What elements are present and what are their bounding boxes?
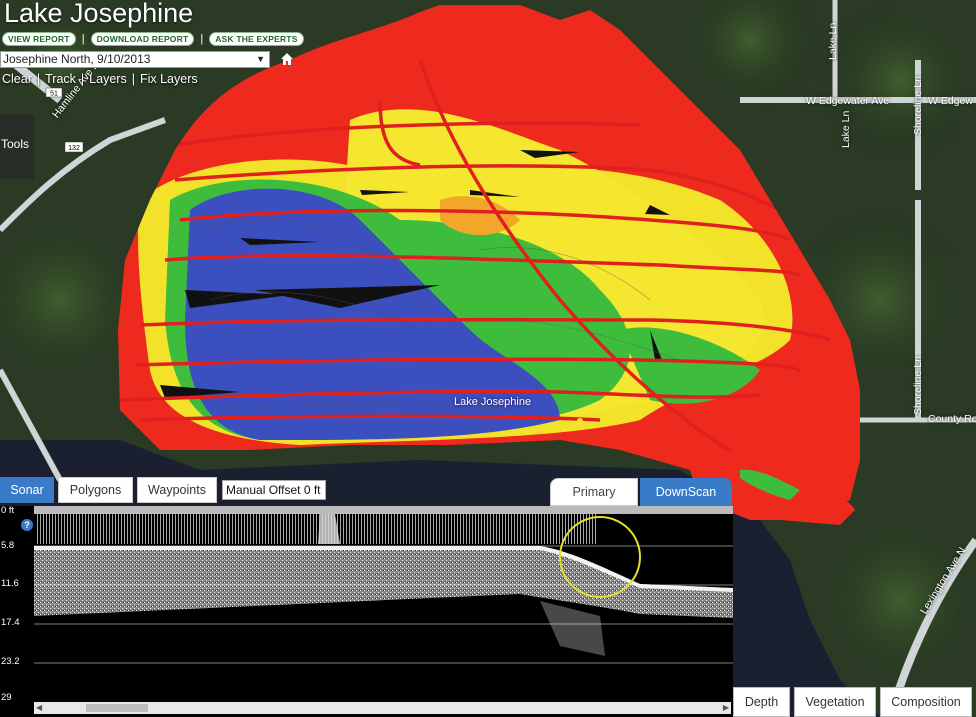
sonar-display[interactable]	[0, 506, 733, 717]
tools-panel[interactable]: Tools	[0, 115, 34, 179]
page-title: Lake Josephine	[4, 0, 194, 28]
tab-waypoints[interactable]: Waypoints	[137, 477, 217, 503]
track-button[interactable]: Track	[45, 72, 76, 86]
depth-label: 11.6	[1, 578, 19, 589]
street-label-county-road: County Ro	[928, 413, 976, 425]
depth-button[interactable]: Depth	[733, 687, 790, 717]
ask-experts-button[interactable]: ASK THE EXPERTS	[209, 32, 304, 46]
depth-label: 29	[1, 692, 12, 703]
download-report-button[interactable]: DOWNLOAD REPORT	[90, 32, 195, 46]
trip-select[interactable]: Josephine North, 9/10/2013 ▼	[0, 51, 270, 68]
route-shield-51: 51	[50, 91, 58, 98]
scroll-right-icon[interactable]: ▶	[723, 703, 729, 712]
depth-label: 5.8	[1, 540, 15, 551]
separator: |	[80, 72, 85, 86]
depth-label: 0 ft	[1, 505, 15, 516]
separator: |	[81, 33, 85, 45]
composition-button[interactable]: Composition	[880, 687, 972, 717]
home-icon[interactable]	[280, 52, 294, 66]
trip-select-value: Josephine North, 9/10/2013	[3, 52, 151, 66]
map-toolbar: Clear | Track | Layers | Fix Layers	[2, 72, 198, 86]
sonar-scrollbar[interactable]: ◀ ▶	[34, 702, 731, 714]
vegetation-button[interactable]: Vegetation	[794, 687, 876, 717]
chevron-down-icon: ▼	[256, 54, 265, 64]
separator: |	[131, 72, 135, 86]
depth-label: 17.4	[1, 617, 20, 628]
report-links: VIEW REPORT | DOWNLOAD REPORT | ASK THE …	[2, 32, 304, 46]
clear-button[interactable]: Clear	[2, 72, 32, 86]
lake-name-label: Lake Josephine	[454, 396, 532, 408]
tab-sonar[interactable]: Sonar	[0, 477, 54, 503]
fix-layers-button[interactable]: Fix Layers	[140, 72, 198, 86]
tab-polygons[interactable]: Polygons	[58, 477, 133, 503]
tab-primary[interactable]: Primary	[550, 478, 638, 506]
street-label-edgewater: W Edgewater Ave	[806, 95, 890, 107]
scrollbar-thumb[interactable]	[86, 704, 148, 712]
street-label-lake-ln-top: Lake Ln	[827, 22, 839, 60]
street-label-lake-ln: Lake Ln	[840, 110, 852, 148]
tab-downscan[interactable]: DownScan	[640, 478, 732, 506]
route-shield-132: 132	[68, 145, 80, 152]
view-report-button[interactable]: VIEW REPORT	[2, 32, 76, 46]
scroll-left-icon[interactable]: ◀	[36, 703, 42, 712]
separator: |	[36, 72, 41, 86]
manual-offset-field[interactable]: Manual Offset 0 ft	[222, 480, 326, 500]
separator: |	[200, 33, 204, 45]
layers-button[interactable]: Layers	[89, 72, 127, 86]
street-label-edgewater-2: W Edgew	[928, 95, 973, 107]
help-icon[interactable]: ?	[21, 519, 33, 531]
street-label-shoreline-top: Shoreline Ln	[912, 76, 924, 135]
depth-label: 23.2	[1, 656, 20, 667]
street-label-shoreline-bottom: Shoreline Ln	[912, 356, 924, 415]
